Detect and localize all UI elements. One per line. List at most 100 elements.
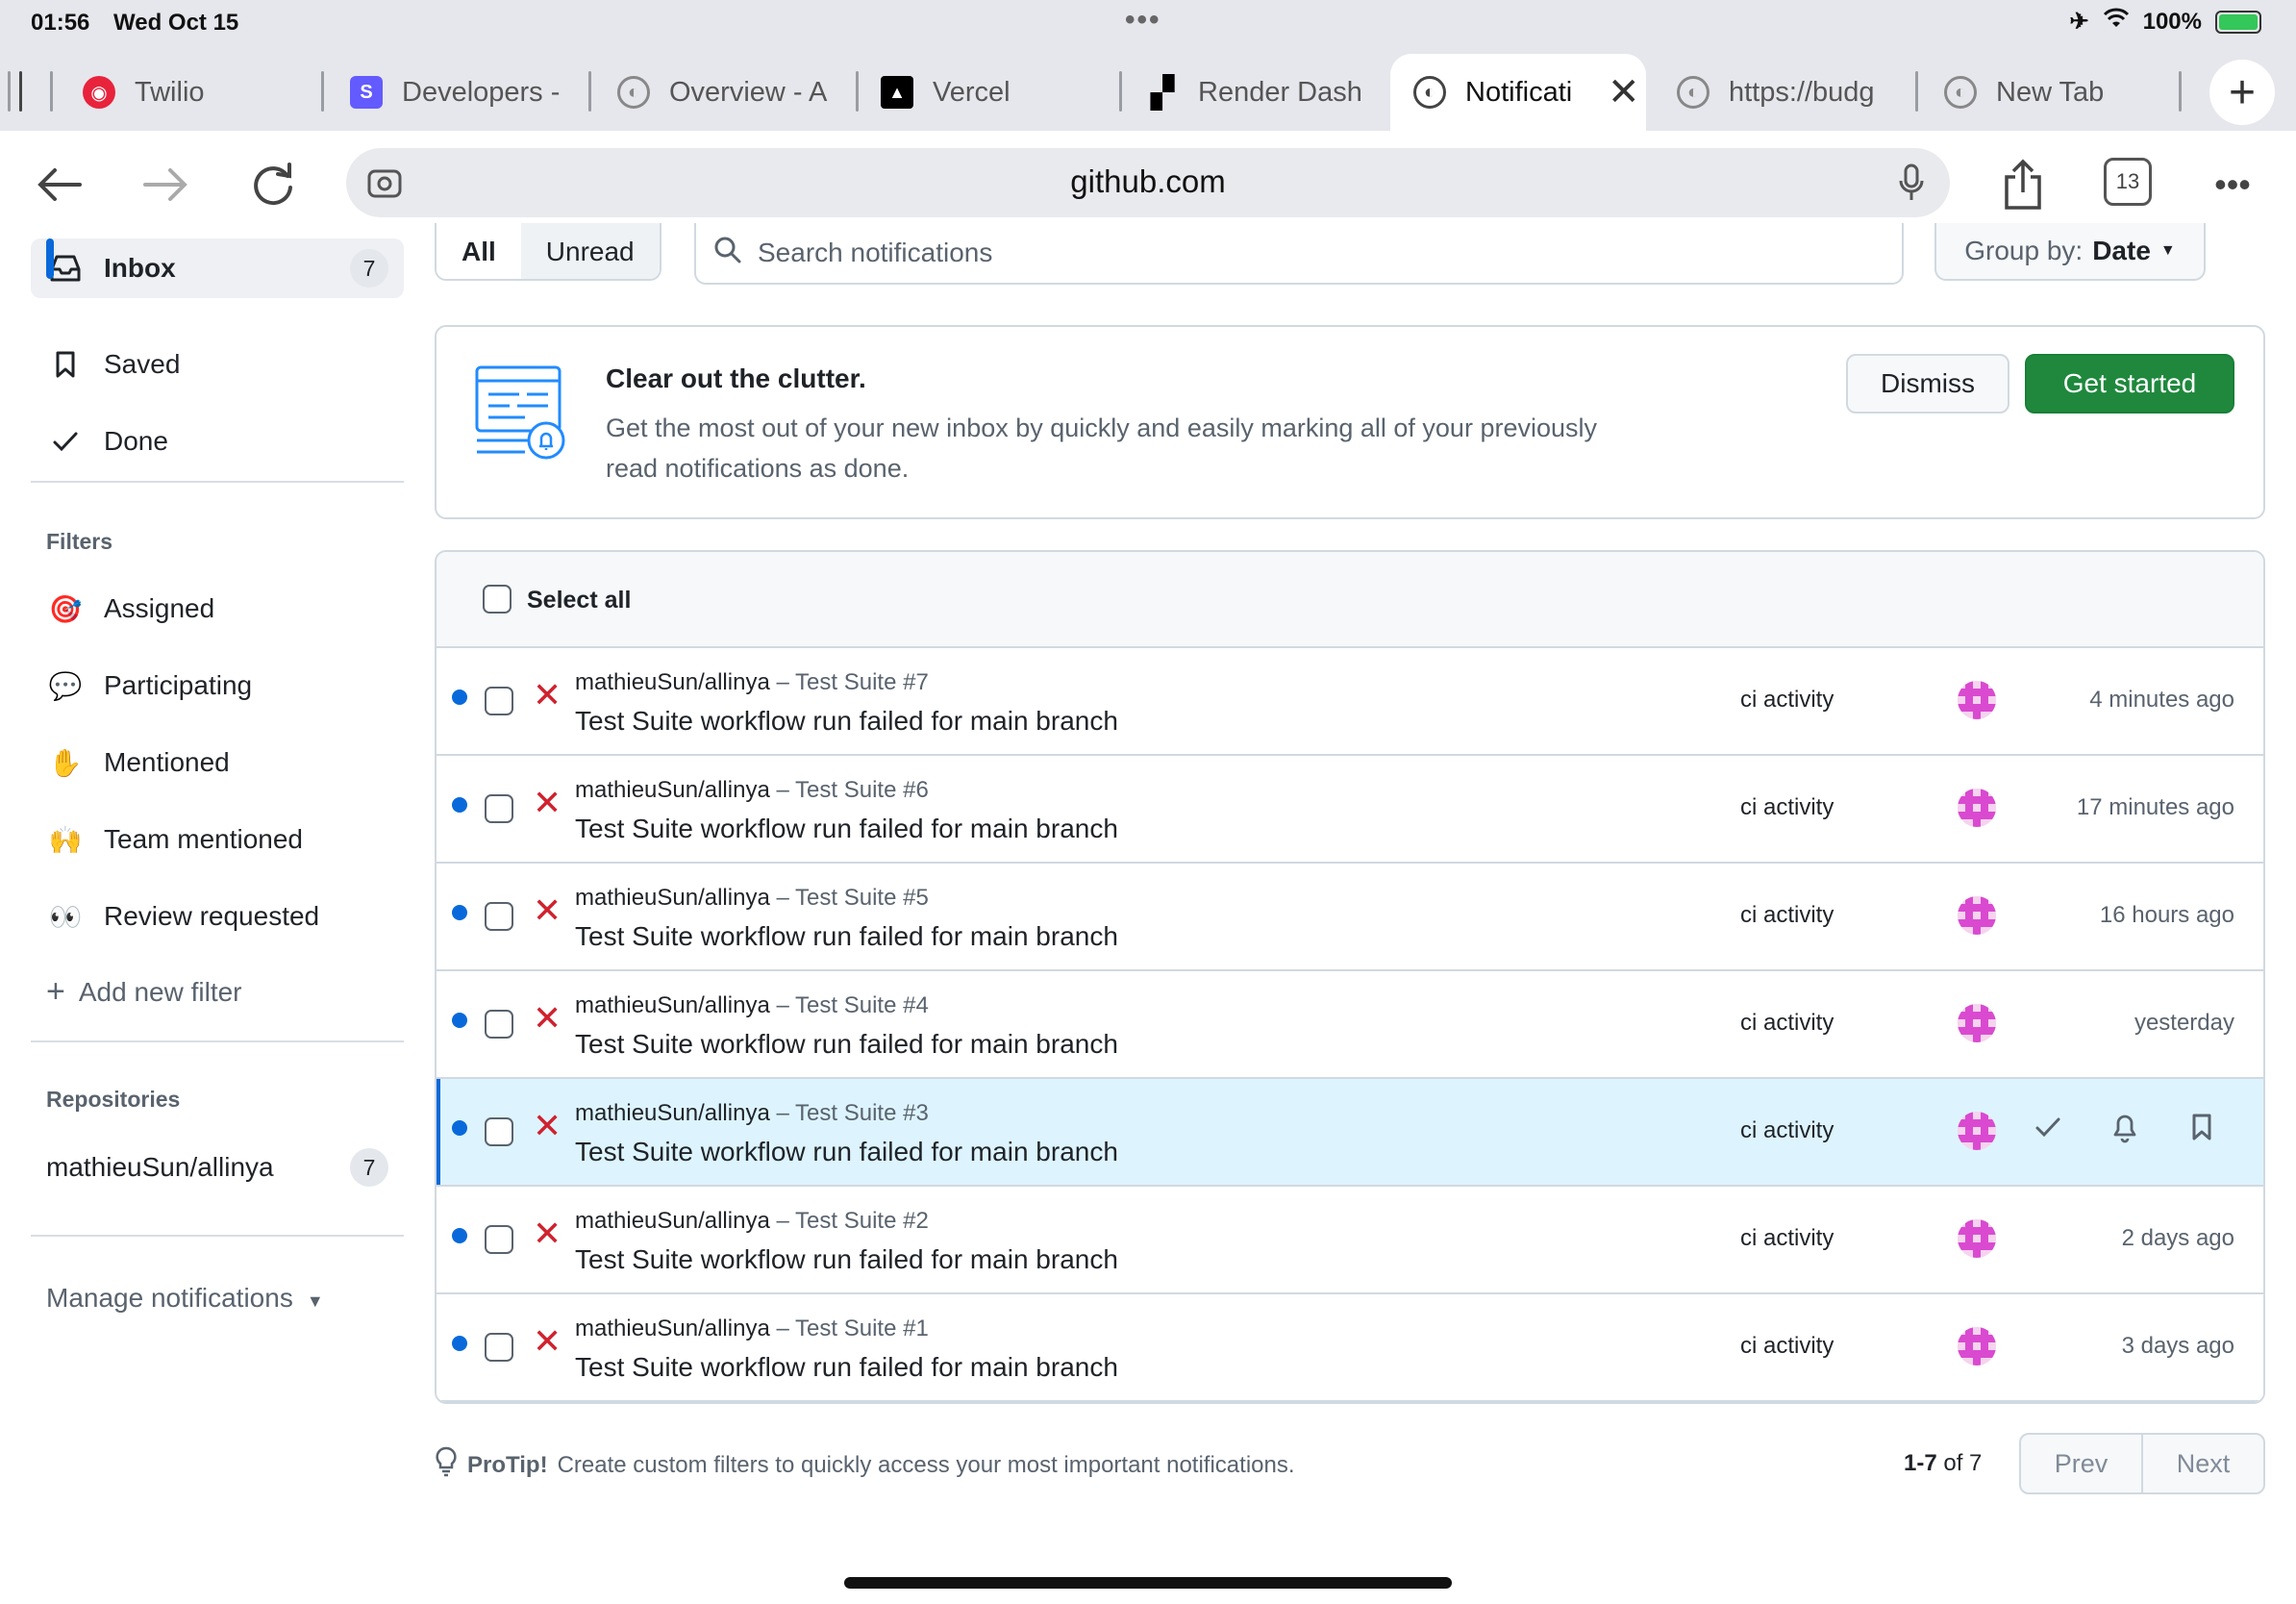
reload-icon[interactable] [242,154,304,215]
status-time: 01:56 [31,10,90,36]
user-avatar[interactable] [1958,1327,1996,1366]
notification-row[interactable]: ✕ mathieuSun/allinya – Test Suite #5 Test … [437,864,2263,971]
notification-repo[interactable]: mathieuSun/allinya [575,1316,770,1341]
check-icon [44,430,87,453]
notification-row[interactable]: ✕ mathieuSun/allinya – Test Suite #4 Test … [437,971,2263,1079]
banner-text: Get the most out of your new inbox by qu… [606,414,1597,483]
notification-repo[interactable]: mathieuSun/allinya [575,669,770,695]
sidebar-item-repo[interactable]: mathieuSun/allinya 7 [31,1138,404,1197]
notification-row[interactable]: ✕ mathieuSun/allinya – Test Suite #7 Test … [437,648,2263,756]
notification-title[interactable]: Test Suite workflow run failed for main … [575,1244,1118,1275]
sidebar-item-review-requested[interactable]: 👀 Review requested [31,887,404,946]
address-bar[interactable]: github.com [346,148,1950,217]
notification-row[interactable]: ✕ mathieuSun/allinya – Test Suite #2 Test … [437,1187,2263,1294]
tab-label: New Tab [1996,76,2105,108]
notification-repo-line: mathieuSun/allinya – Test Suite #3 [575,1100,929,1127]
row-checkbox[interactable] [485,1225,513,1254]
select-all-label: Select all [527,587,632,614]
tab-budget[interactable]: ◐ https://budg [1677,54,1898,131]
sidebar-item-saved[interactable]: Saved [31,335,404,394]
forward-arrow-icon[interactable] [135,154,196,215]
notification-repo[interactable]: mathieuSun/allinya [575,1100,770,1126]
notification-row[interactable]: ✕ mathieuSun/allinya – Test Suite #6 Test … [437,756,2263,864]
search-input[interactable]: Search notifications [694,223,1904,285]
user-avatar[interactable] [1958,1004,1996,1042]
sidebar-item-participating[interactable]: 💬 Participating [31,656,404,715]
sidebar-divider [31,1040,404,1042]
workflow-failed-x-icon: ✕ [533,1321,562,1361]
user-avatar[interactable] [1958,896,1996,935]
select-all-checkbox[interactable] [483,585,512,614]
close-tab-icon[interactable]: ✕ [1608,70,1640,114]
sidebar-item-label: Participating [104,670,253,700]
tab-separator [321,71,324,112]
tab-separator [1915,71,1918,112]
sidebar-item-done[interactable]: Done [31,412,404,471]
tab-notifications[interactable]: ◐ Notificati ✕ [1390,54,1646,131]
save-bookmark-icon[interactable] [2183,1108,2221,1146]
sidebar-item-assigned[interactable]: 🎯 Assigned [31,579,404,639]
prev-button[interactable]: Prev [2021,1435,2141,1492]
protip-text: Create custom filters to quickly access … [557,1451,1295,1478]
tab-vercel[interactable]: ▲ Vercel [881,54,1111,131]
notification-row[interactable]: ✕ mathieuSun/allinya – Test Suite #1 Test … [437,1294,2263,1402]
sidebar-item-team-mentioned[interactable]: 🙌 Team mentioned [31,810,404,869]
tab-developers[interactable]: S Developers - [350,54,581,131]
pagination: Prev Next [2019,1433,2265,1494]
row-checkbox[interactable] [485,794,513,823]
notifications-sidebar: Inbox 7 Saved Done Filters 🎯 Assigned 💬 … [0,238,413,1604]
more-menu-icon[interactable]: ••• [2202,154,2263,215]
get-started-button[interactable]: Get started [2025,354,2234,414]
notification-title[interactable]: Test Suite workflow run failed for main … [575,1029,1118,1060]
dismiss-button[interactable]: Dismiss [1846,354,2009,414]
segment-all[interactable]: All [437,223,521,279]
tab-label: https://budg [1729,76,1875,108]
notification-title[interactable]: Test Suite workflow run failed for main … [575,921,1118,952]
multitasking-dots-icon[interactable]: ••• [1125,4,1161,37]
sidebar-item-inbox[interactable]: Inbox 7 [31,238,404,298]
tab-render[interactable]: ▞ Render Dash [1146,54,1367,131]
unread-dot-icon [452,905,467,920]
notification-title[interactable]: Test Suite workflow run failed for main … [575,1137,1118,1167]
row-checkbox[interactable] [485,1010,513,1039]
notification-repo[interactable]: mathieuSun/allinya [575,992,770,1018]
repositories-heading: Repositories [46,1087,181,1112]
manage-notifications-dropdown[interactable]: Manage notifications ▼ [46,1283,324,1314]
mark-done-check-icon[interactable] [2029,1108,2067,1146]
share-icon[interactable] [1992,154,2054,215]
row-checkbox[interactable] [485,1117,513,1146]
notification-repo[interactable]: mathieuSun/allinya [575,1208,770,1234]
microphone-icon[interactable] [1890,162,1933,204]
sidebar-item-mentioned[interactable]: ✋ Mentioned [31,733,404,792]
lightbulb-icon [435,1446,458,1484]
add-new-filter-button[interactable]: + Add new filter [46,973,242,1011]
group-by-dropdown[interactable]: Group by: Date ▼ [1934,223,2206,281]
tab-overview[interactable]: ◐ Overview - A [617,54,848,131]
user-avatar[interactable] [1958,1219,1996,1258]
notification-repo[interactable]: mathieuSun/allinya [575,885,770,911]
stripe-s-icon: S [350,76,383,109]
speech-bubble-icon: 💬 [48,670,83,701]
notification-title[interactable]: Test Suite workflow run failed for main … [575,1352,1118,1383]
back-arrow-icon[interactable] [29,154,90,215]
notification-suite: Test Suite #7 [795,669,929,695]
tab-twilio[interactable]: ◉ Twilio [83,54,313,131]
notification-row[interactable]: ✕ mathieuSun/allinya – Test Suite #3 Test … [437,1079,2263,1187]
home-indicator[interactable] [844,1577,1452,1589]
row-checkbox[interactable] [485,902,513,931]
tab-switcher-button[interactable]: 13 [2104,158,2152,206]
notification-title[interactable]: Test Suite workflow run failed for main … [575,706,1118,737]
segment-unread[interactable]: Unread [520,223,660,279]
row-checkbox[interactable] [485,1333,513,1362]
notification-repo[interactable]: mathieuSun/allinya [575,777,770,803]
read-filter-segmented-control: All Unread [435,223,661,281]
notification-title[interactable]: Test Suite workflow run failed for main … [575,814,1118,844]
user-avatar[interactable] [1958,1112,1996,1150]
row-checkbox[interactable] [485,687,513,715]
user-avatar[interactable] [1958,681,1996,719]
next-button[interactable]: Next [2141,1435,2263,1492]
unsubscribe-bell-icon[interactable] [2106,1108,2144,1146]
new-tab-button[interactable]: + [2209,60,2275,125]
tab-new-tab[interactable]: ◐ New Tab [1944,54,2156,131]
user-avatar[interactable] [1958,789,1996,827]
